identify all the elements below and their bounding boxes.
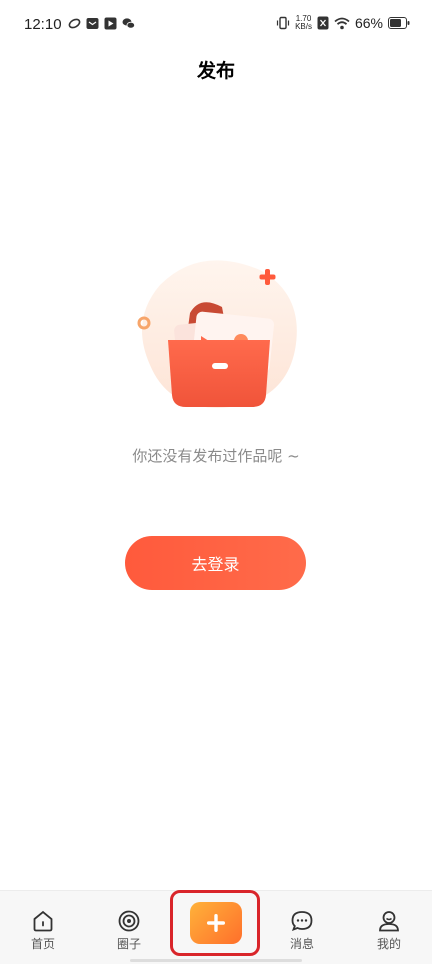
empty-folder-illustration (137, 260, 297, 408)
tab-circle[interactable]: 圈子 (99, 909, 159, 952)
tab-circle-label: 圈子 (116, 937, 141, 951)
tab-messages-label: 消息 (289, 937, 314, 951)
vibrate-icon (276, 16, 290, 30)
empty-state-message: 你还没有发布过作品呢 ~ (132, 447, 300, 465)
wechat-icon (122, 18, 135, 29)
tab-profile-label: 我的 (376, 937, 401, 951)
home-indicator (130, 959, 302, 962)
sim-disabled-icon (317, 16, 329, 30)
battery-percent: 66% (354, 15, 383, 31)
home-icon (33, 910, 53, 932)
tab-profile[interactable]: 我的 (359, 909, 419, 952)
system-indicators: 1.70 KB/s 66% (276, 15, 410, 31)
profile-icon (379, 911, 399, 932)
video-app-icon (104, 17, 117, 30)
bottom-tab-bar: 首页 圈子 消息 我的 (0, 890, 432, 964)
message-icon (291, 911, 313, 932)
publish-button[interactable] (190, 902, 242, 944)
page-title: 发布 (196, 60, 235, 82)
notification-icons (68, 17, 135, 30)
tab-messages[interactable]: 消息 (272, 909, 332, 952)
status-time: 12:10 (24, 16, 62, 33)
tab-home-label: 首页 (30, 937, 55, 951)
battery-icon (388, 17, 410, 29)
network-speed-unit: KB/s (295, 22, 312, 31)
wifi-icon (334, 17, 350, 29)
plus-icon (207, 914, 225, 932)
status-bar: 12:10 1.70 KB/s 66% (0, 0, 432, 50)
sync-icon (68, 18, 81, 29)
mail-icon (86, 18, 99, 29)
login-button[interactable]: 去登录 (125, 536, 306, 590)
network-speed: 1.70 KB/s (295, 15, 312, 31)
tab-home[interactable]: 首页 (13, 909, 73, 952)
circle-target-icon (118, 910, 140, 932)
